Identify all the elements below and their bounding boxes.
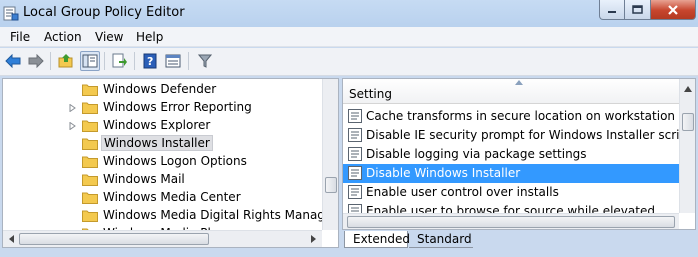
- policy-tree[interactable]: Windows Defender Windows Error Reporting…: [2, 78, 339, 248]
- setting-row[interactable]: Disable IE security prompt for Windows I…: [343, 126, 695, 145]
- tree-item-label: Windows Explorer: [103, 118, 211, 132]
- expand-arrow-icon[interactable]: [69, 104, 76, 112]
- tree-item[interactable]: Windows Explorer: [3, 117, 323, 135]
- tree-item-label: Windows Installer: [101, 135, 213, 151]
- filter-button[interactable]: [195, 51, 215, 71]
- setting-label: Cache transforms in secure location on w…: [366, 109, 676, 123]
- folder-icon: [82, 102, 98, 114]
- forward-arrow-icon: [28, 54, 44, 68]
- scroll-right-button[interactable]: [306, 232, 320, 246]
- tree-item[interactable]: Windows Media Center: [3, 189, 323, 207]
- maximize-button[interactable]: [625, 0, 651, 20]
- tree-item-label: Windows Mail: [103, 172, 185, 186]
- setting-label: Disable IE security prompt for Windows I…: [366, 128, 696, 142]
- settings-list[interactable]: Setting Cache transforms in secure locat…: [342, 78, 696, 230]
- scroll-thumb[interactable]: [682, 113, 694, 131]
- setting-row-selected[interactable]: Disable Windows Installer: [343, 164, 679, 183]
- forward-button[interactable]: [26, 51, 46, 71]
- sort-up-icon: [515, 80, 523, 85]
- tree-item[interactable]: Windows Defender: [3, 81, 323, 99]
- scroll-left-button[interactable]: [5, 232, 19, 246]
- minimize-button[interactable]: [599, 0, 625, 20]
- setting-column-header[interactable]: Setting: [343, 79, 679, 104]
- menu-action[interactable]: Action: [44, 30, 82, 44]
- scroll-thumb[interactable]: [19, 233, 209, 245]
- back-button[interactable]: [3, 51, 23, 71]
- properties-view-button[interactable]: [163, 51, 183, 71]
- policy-editor-icon: [3, 6, 19, 21]
- view-tabs: Extended Standard: [342, 231, 696, 249]
- arrow-right-icon: [311, 235, 316, 243]
- tab-extended[interactable]: Extended: [344, 231, 410, 248]
- properties-view-icon: [165, 54, 181, 68]
- expand-arrow-icon[interactable]: [69, 122, 76, 130]
- menu-help[interactable]: Help: [136, 30, 163, 44]
- folder-icon: [82, 84, 98, 96]
- tree-item[interactable]: Windows Error Reporting: [3, 99, 323, 117]
- policy-setting-icon: [348, 185, 362, 199]
- folder-icon: [82, 156, 98, 168]
- policy-setting-icon: [348, 109, 362, 123]
- menu-view[interactable]: View: [95, 30, 123, 44]
- tree-item[interactable]: Windows Logon Options: [3, 153, 323, 171]
- arrow-left-icon: [9, 235, 14, 243]
- help-button[interactable]: ?: [140, 51, 160, 71]
- setting-label: Enable user control over installs: [366, 185, 559, 199]
- back-arrow-icon: [5, 54, 21, 68]
- settings-horizontal-scrollbar[interactable]: [343, 213, 679, 229]
- folder-icon: [82, 138, 98, 150]
- close-icon: [668, 4, 678, 15]
- scroll-thumb[interactable]: [325, 177, 337, 193]
- folder-icon: [82, 174, 98, 186]
- maximize-icon: [632, 5, 643, 14]
- close-button[interactable]: [651, 0, 696, 20]
- setting-row[interactable]: Disable logging via package settings: [343, 145, 679, 164]
- setting-label: Disable Windows Installer: [366, 166, 521, 180]
- scroll-up-button[interactable]: [681, 82, 695, 96]
- tree-item-label: Windows Media Digital Rights Manageme: [103, 208, 339, 222]
- tree-horizontal-scrollbar[interactable]: [3, 230, 322, 247]
- minimize-icon: [608, 10, 616, 13]
- setting-column-label: Setting: [349, 87, 392, 101]
- tree-item[interactable]: Windows Media Digital Rights Manageme: [3, 207, 338, 225]
- show-hide-tree-button[interactable]: [80, 51, 100, 71]
- help-icon: ?: [143, 53, 157, 69]
- up-folder-icon: [58, 54, 73, 68]
- settings-vertical-scrollbar[interactable]: [679, 79, 695, 213]
- title-bar[interactable]: Local Group Policy Editor: [0, 0, 698, 27]
- setting-label: Disable logging via package settings: [366, 147, 587, 161]
- tree-item-label: Windows Media Center: [103, 190, 241, 204]
- svg-text:?: ?: [147, 55, 153, 68]
- tree-vertical-scrollbar[interactable]: [322, 79, 338, 230]
- tree-item-label: Windows Error Reporting: [103, 100, 252, 114]
- window-title: Local Group Policy Editor: [23, 5, 185, 20]
- arrow-up-icon: [684, 86, 692, 92]
- show-hide-tree-icon: [82, 54, 98, 68]
- folder-icon: [82, 120, 98, 132]
- up-one-level-button[interactable]: [56, 51, 76, 71]
- scroll-thumb[interactable]: [347, 216, 675, 228]
- menu-bar: File Action View Help: [0, 27, 698, 47]
- folder-icon: [82, 192, 98, 204]
- folder-icon: [82, 210, 98, 222]
- tree-item-selected[interactable]: Windows Installer: [3, 135, 323, 153]
- export-list-button[interactable]: [110, 51, 130, 71]
- tree-item[interactable]: Windows Mail: [3, 171, 323, 189]
- tab-standard[interactable]: Standard: [409, 231, 473, 248]
- export-list-icon: [112, 53, 127, 68]
- menu-file[interactable]: File: [10, 30, 30, 44]
- filter-icon: [198, 54, 212, 68]
- tree-item-label: Windows Defender: [103, 82, 217, 96]
- policy-setting-icon: [348, 166, 362, 180]
- policy-setting-icon: [348, 128, 362, 142]
- setting-row[interactable]: Enable user control over installs: [343, 183, 679, 202]
- toolbar: ?: [0, 48, 698, 76]
- setting-row[interactable]: Cache transforms in secure location on w…: [343, 107, 679, 126]
- tree-item-label: Windows Logon Options: [103, 154, 247, 168]
- policy-setting-icon: [348, 147, 362, 161]
